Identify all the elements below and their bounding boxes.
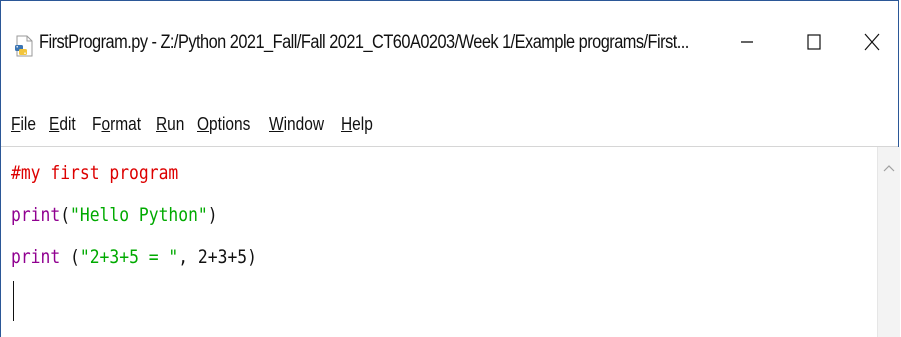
minimize-button[interactable] [724, 21, 770, 67]
close-icon [863, 32, 881, 57]
code-line: #my first program [11, 158, 178, 188]
menu-bar: File Edit Format Run Options Window Help [1, 104, 898, 144]
idle-editor-window: FirstProgram.py - Z:/Python 2021_Fall/Fa… [0, 0, 900, 337]
menu-label-text: ile [20, 114, 36, 134]
menu-label-text: indow [283, 114, 325, 134]
code-token-string: "2+3+5 = " [79, 246, 179, 268]
menu-access-key: W [269, 114, 284, 134]
menu-access-key: F [11, 114, 21, 134]
menu-label-text: dit [59, 114, 76, 134]
menu-label-text: rmat [110, 114, 142, 134]
code-token-plain: ( [60, 246, 80, 268]
menu-label-text: elp [352, 114, 373, 134]
code-editor[interactable]: #my first program print("Hello Python") … [11, 150, 877, 337]
code-token-plain: ( [60, 204, 71, 226]
code-line: print("Hello Python") [11, 200, 218, 230]
maximize-icon [806, 33, 822, 56]
close-button[interactable] [849, 21, 895, 67]
code-token-builtin: print [11, 204, 61, 226]
scroll-up-arrow-icon[interactable] [878, 161, 900, 175]
menu-divider [1, 146, 898, 147]
menu-access-key: O [197, 114, 210, 134]
vertical-scrollbar[interactable] [877, 147, 900, 337]
code-token-comment: #my first program [11, 162, 179, 184]
menu-label-text: F [92, 114, 102, 134]
menu-help[interactable]: Help [341, 104, 373, 144]
code-token-plain: ) [207, 204, 218, 226]
menu-window[interactable]: Window [269, 104, 324, 144]
code-token-plain: , 2+3+5) [178, 246, 257, 268]
title-bar[interactable]: FirstProgram.py - Z:/Python 2021_Fall/Fa… [1, 1, 898, 97]
menu-options[interactable]: Options [197, 104, 250, 144]
menu-format[interactable]: Format [92, 104, 141, 144]
code-token-string: "Hello Python" [70, 204, 208, 226]
menu-label-text: un [167, 114, 185, 134]
maximize-button[interactable] [791, 21, 837, 67]
menu-access-key: H [341, 114, 353, 134]
menu-file[interactable]: File [11, 104, 36, 144]
window-title: FirstProgram.py - Z:/Python 2021_Fall/Fa… [39, 32, 689, 53]
menu-access-key: E [49, 114, 60, 134]
minimize-icon [739, 34, 755, 55]
menu-access-key: o [101, 114, 111, 134]
text-cursor [13, 281, 14, 321]
code-token-builtin: print [11, 246, 61, 268]
code-line: print ("2+3+5 = ", 2+3+5) [11, 242, 257, 272]
menu-edit[interactable]: Edit [49, 104, 76, 144]
menu-access-key: R [156, 114, 168, 134]
python-file-icon [14, 35, 34, 57]
menu-label-text: ptions [209, 114, 251, 134]
menu-run[interactable]: Run [156, 104, 184, 144]
